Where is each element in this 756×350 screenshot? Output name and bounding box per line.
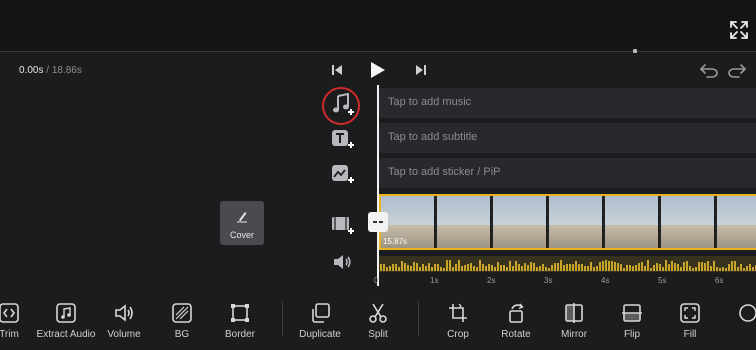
cover-button[interactable]: Cover <box>220 201 264 245</box>
clip-thumbnail <box>437 196 491 248</box>
preview-divider <box>0 51 756 52</box>
skip-forward-icon <box>416 65 426 75</box>
total-duration: 18.86s <box>51 65 82 76</box>
clip-thumbnail <box>661 196 715 248</box>
add-subtitle-button[interactable] <box>331 129 355 151</box>
skip-back-icon <box>332 65 342 75</box>
subtitle-track-label: Tap to add subtitle <box>388 131 478 143</box>
duplicate-label: Duplicate <box>299 329 341 340</box>
toolbar-divider <box>418 302 419 336</box>
add-music-icon <box>333 92 354 115</box>
redo-button[interactable] <box>726 60 748 80</box>
add-subtitle-icon <box>332 130 354 148</box>
add-sticker-icon <box>332 165 354 183</box>
ruler-tick-label: 2s <box>487 276 496 285</box>
video-clip[interactable]: 15.87s <box>379 194 756 250</box>
cover-edit-icon <box>237 212 247 223</box>
mirror-button[interactable]: Mirror <box>544 302 604 350</box>
add-clip-button[interactable] <box>331 214 355 236</box>
mute-toggle[interactable] <box>332 253 352 271</box>
sticker-track[interactable]: Tap to add sticker / PiP <box>379 158 756 188</box>
fill-icon <box>680 303 700 323</box>
crop-label: Crop <box>447 329 469 340</box>
speaker-icon <box>334 255 351 269</box>
fill-button[interactable]: Fill <box>660 302 720 350</box>
extract-audio-button[interactable]: Extract Audio <box>36 302 96 350</box>
split-button[interactable]: Split <box>348 302 408 350</box>
mirror-label: Mirror <box>560 329 588 340</box>
fill-label: Fill <box>683 329 697 340</box>
play-icon <box>371 62 385 78</box>
partial-tool-icon <box>739 304 756 322</box>
flip-icon <box>622 304 642 322</box>
trim-label: Trim <box>0 329 19 340</box>
toolbar-divider <box>282 302 283 336</box>
ruler-tick-label: 5s <box>658 276 667 285</box>
rotate-label: Rotate <box>501 329 531 340</box>
split-label: Split <box>368 329 388 340</box>
redo-icon <box>728 64 746 78</box>
add-music-button[interactable] <box>331 92 355 118</box>
duplicate-icon <box>312 303 330 323</box>
fullscreen-icon[interactable] <box>729 20 749 40</box>
clip-thumbnail <box>493 196 547 248</box>
bg-label: BG <box>174 329 190 340</box>
sticker-track-label: Tap to add sticker / PiP <box>388 166 501 178</box>
music-track[interactable]: Tap to add music <box>379 88 756 118</box>
scissors-icon <box>369 303 387 323</box>
extract-audio-icon <box>56 303 76 323</box>
flip-label: Flip <box>623 329 641 340</box>
time-readout: 0.00s / 18.86s <box>19 65 82 76</box>
timeline-ruler: 0 1s 2s 3s 4s 5s 6s <box>374 276 756 288</box>
current-time: 0.00s <box>19 65 44 76</box>
clip-duration: 15.87s <box>383 237 408 246</box>
playhead[interactable] <box>377 85 379 286</box>
volume-button[interactable]: Volume <box>94 302 154 350</box>
volume-label: Volume <box>107 329 141 340</box>
ruler-tick-label: 1s <box>430 276 439 285</box>
background-icon <box>172 303 192 323</box>
ruler-tick-label: 3s <box>544 276 553 285</box>
volume-icon <box>115 304 133 322</box>
duplicate-button[interactable]: Duplicate <box>290 302 350 350</box>
skip-forward-button[interactable] <box>413 60 429 80</box>
crop-button[interactable]: Crop <box>428 302 488 350</box>
preview-marker <box>633 49 637 53</box>
undo-icon <box>700 64 718 78</box>
rotate-button[interactable]: Rotate <box>486 302 546 350</box>
bg-button[interactable]: BG <box>152 302 212 350</box>
more-tool-button[interactable] <box>718 302 756 350</box>
mirror-icon <box>565 303 583 323</box>
add-clip-icon <box>332 217 354 234</box>
crop-icon <box>449 303 467 322</box>
clip-thumbnail <box>717 196 756 248</box>
clip-thumbnail <box>549 196 603 248</box>
rotate-icon <box>509 303 524 323</box>
extract-audio-label: Extract Audio <box>36 329 96 340</box>
ruler-tick-label: 6s <box>715 276 724 285</box>
trim-button[interactable]: Trim <box>0 302 39 350</box>
border-button[interactable]: Border <box>210 302 270 350</box>
ruler-tick-label: 4s <box>601 276 610 285</box>
add-sticker-button[interactable] <box>331 164 355 186</box>
trim-icon <box>0 303 19 323</box>
video-preview[interactable] <box>0 0 756 52</box>
clip-thumbnail <box>605 196 659 248</box>
subtitle-track[interactable]: Tap to add subtitle <box>379 123 756 153</box>
flip-button[interactable]: Flip <box>602 302 662 350</box>
border-icon <box>231 304 249 322</box>
cover-label: Cover <box>229 230 254 240</box>
audio-waveform[interactable] <box>379 256 756 272</box>
undo-button[interactable] <box>698 60 720 80</box>
skip-back-button[interactable] <box>329 60 345 80</box>
border-label: Border <box>224 329 255 340</box>
ruler-tick-label: 0 <box>374 276 379 285</box>
time-separator: / <box>43 65 52 76</box>
play-button[interactable] <box>367 60 389 80</box>
music-track-label: Tap to add music <box>388 96 472 108</box>
